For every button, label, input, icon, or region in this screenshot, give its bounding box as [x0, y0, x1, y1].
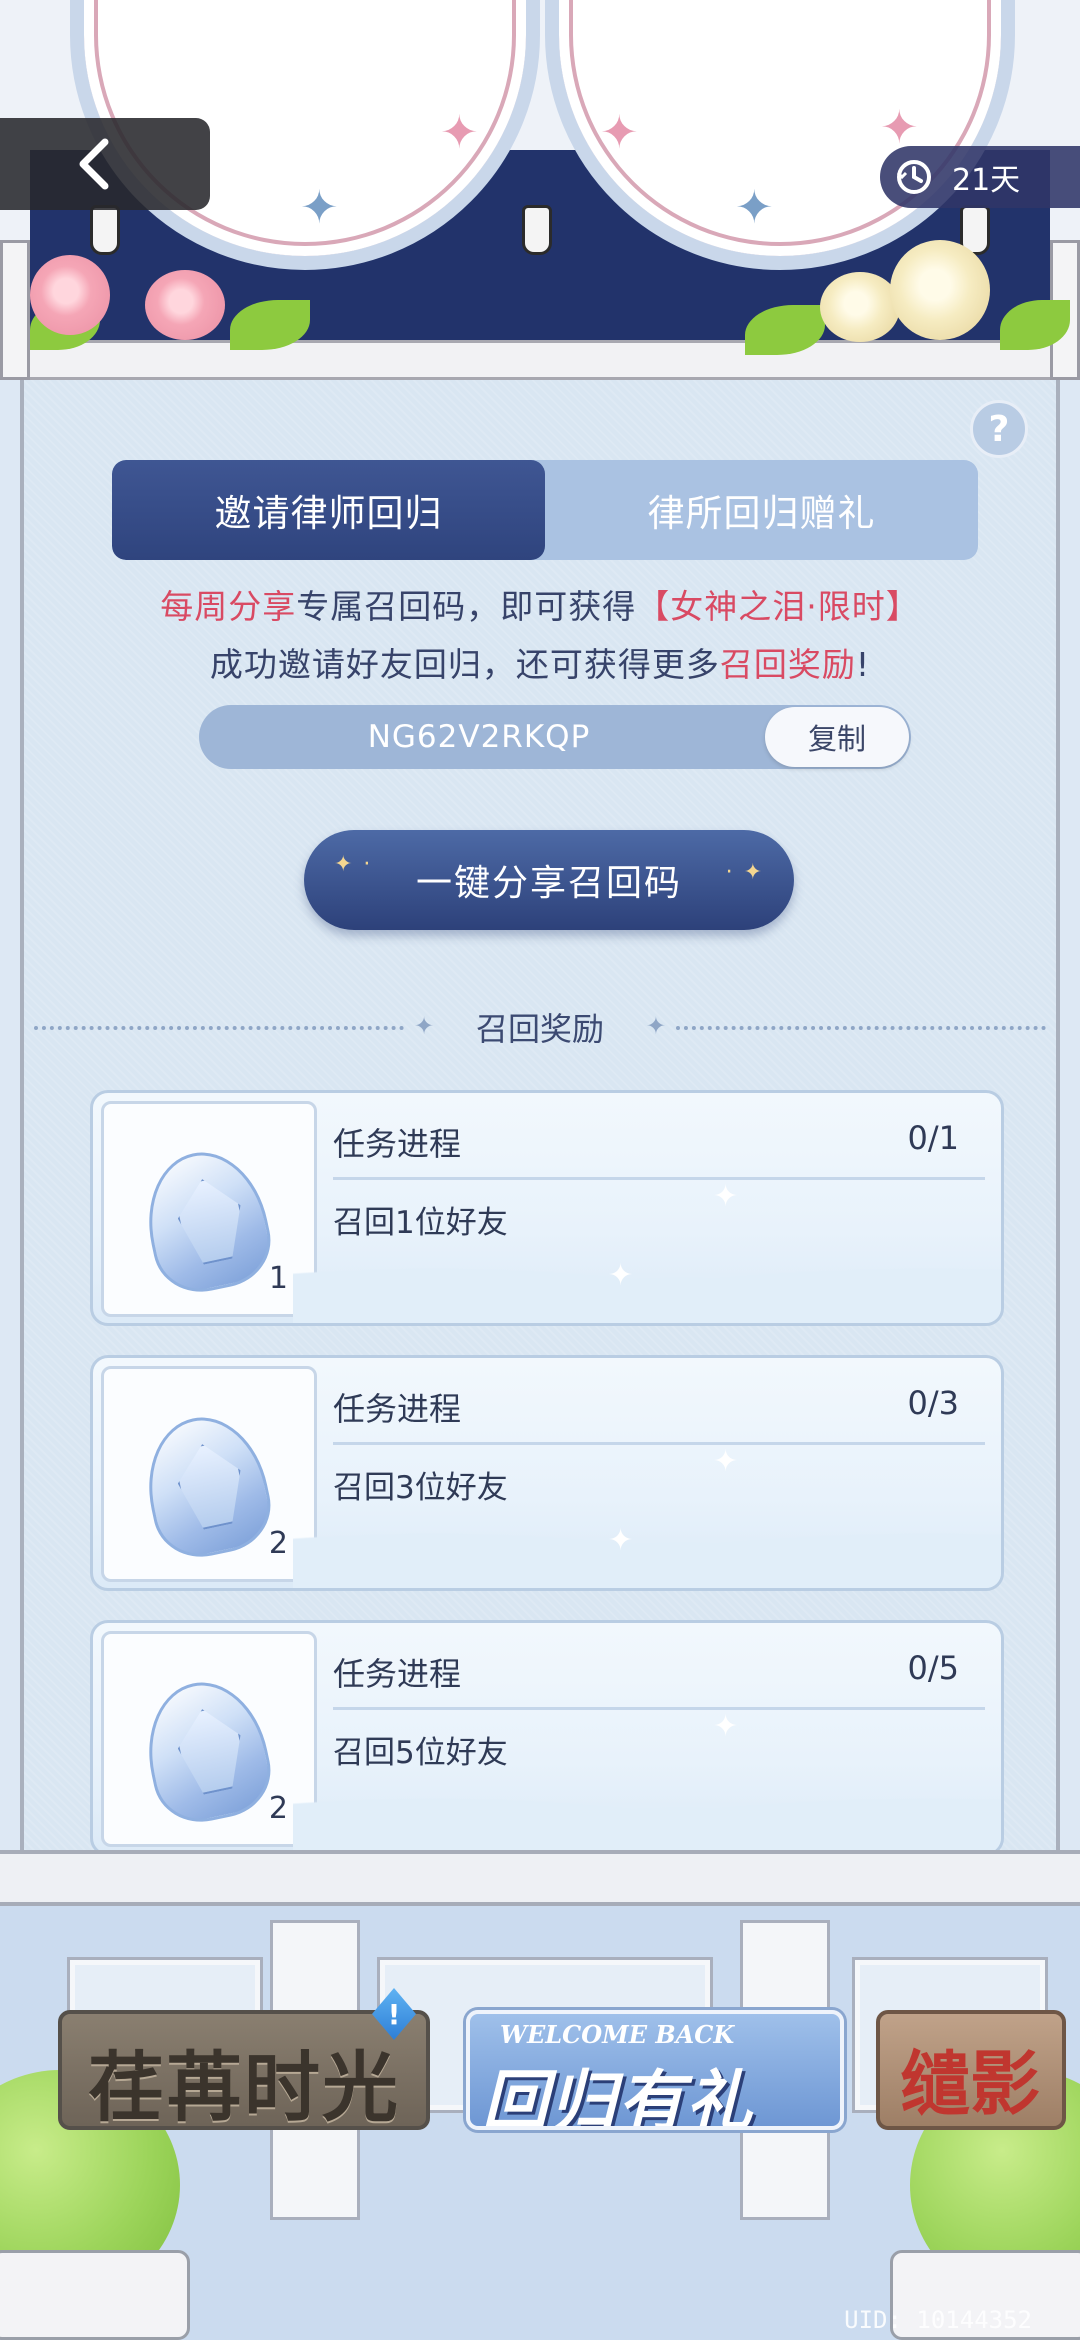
share-button-label: 一键分享召回码 [415, 863, 682, 904]
banner-fleeting-time[interactable]: 荏苒时光 [58, 2010, 430, 2130]
task-progress-value: 0/5 [907, 1649, 960, 1687]
reward-item-slot[interactable]: 2 [101, 1631, 317, 1847]
cream-rose [820, 272, 900, 342]
help-button[interactable]: ? [970, 400, 1028, 458]
question-icon: ? [988, 408, 1010, 450]
pink-rose [30, 255, 110, 335]
time-remaining-badge: 21天 [880, 146, 1080, 208]
sparkle-icon: ✦ [300, 180, 339, 234]
goddess-tear-crystal-icon [134, 1141, 280, 1301]
task-description: 召回3位好友 [333, 1470, 508, 1506]
reward-quantity: 2 [268, 1791, 288, 1826]
constellation-icon: ✦ · [334, 852, 373, 877]
constellation-icon: · ✦ [725, 860, 764, 885]
tassel-icon [522, 205, 552, 255]
back-button[interactable] [0, 118, 210, 210]
reward-card: 1 任务进程 0/1 召回1位好友 ✦ ✦ [90, 1090, 1004, 1326]
sparkle-icon: ✦ [713, 1179, 739, 1214]
reward-item-slot[interactable]: 2 [101, 1366, 317, 1582]
task-progress-label: 任务进程 [333, 1390, 462, 1428]
chevron-left-icon [79, 138, 109, 190]
sparkle-icon: ✦ [713, 1709, 739, 1744]
reward-quantity: 1 [268, 1261, 288, 1296]
copy-button[interactable]: 复制 [765, 707, 909, 767]
task-progress-label: 任务进程 [333, 1655, 462, 1693]
recall-panel: ? 邀请律师回归 律所回归赠礼 每周分享专属召回码，即可获得【女神之泪·限时】 … [20, 380, 1060, 1850]
sparkle-icon: ✦ [713, 1444, 739, 1479]
user-id-label: UID: 10144352 [844, 2306, 1032, 2334]
star-icon: ✦ [414, 1012, 435, 1040]
sparkle-icon: ✦ [600, 105, 639, 159]
tab-firm-return-gift[interactable]: 律所回归赠礼 [545, 460, 978, 560]
days-remaining-text: 21天 [952, 163, 1021, 198]
task-progress-value: 0/3 [907, 1384, 960, 1422]
banner-welcome-back[interactable]: WELCOME BACK 回归有礼 [466, 2010, 844, 2130]
star-icon: ✦ [645, 1012, 666, 1040]
tab-bar: 邀请律师回归 律所回归赠礼 [112, 460, 978, 560]
sparkle-icon: ✦ [608, 1258, 634, 1293]
share-recall-code-button[interactable]: ✦ · · ✦ 一键分享召回码 [304, 830, 794, 930]
section-title-rewards: ✦ 召回奖励 ✦ [24, 1002, 1056, 1052]
sparkle-icon: ✦ [735, 180, 774, 234]
sparkle-icon: ✦ [440, 105, 479, 159]
task-description: 召回5位好友 [333, 1735, 508, 1771]
cream-rose [890, 240, 990, 340]
clock-icon [896, 160, 931, 194]
reward-card: 2 任务进程 0/5 召回5位好友 ✦ [90, 1620, 1004, 1850]
reward-card: 2 任务进程 0/3 召回3位好友 ✦ ✦ [90, 1355, 1004, 1591]
recall-code-value: NG62V2RKQP [367, 719, 591, 755]
pink-rose [145, 270, 225, 340]
task-progress-value: 0/1 [907, 1119, 960, 1157]
goddess-tear-crystal-icon [134, 1406, 280, 1566]
sparkle-icon: ✦ [608, 1523, 634, 1558]
goddess-tear-crystal-icon [134, 1671, 280, 1831]
tab-invite-lawyer[interactable]: 邀请律师回归 [112, 460, 545, 560]
banner-third-event[interactable]: 缱影 [876, 2010, 1066, 2130]
description-line-1: 每周分享专属召回码，即可获得【女神之泪·限时】 [160, 587, 920, 626]
task-description: 召回1位好友 [333, 1205, 508, 1241]
description-line-2: 成功邀请好友回归，还可获得更多召回奖励! [209, 645, 871, 684]
tassel-icon [90, 205, 120, 255]
reward-quantity: 2 [268, 1526, 288, 1561]
task-progress-label: 任务进程 [333, 1125, 462, 1163]
recall-code-field: NG62V2RKQP 复制 [199, 705, 911, 769]
reward-item-slot[interactable]: 1 [101, 1101, 317, 1317]
